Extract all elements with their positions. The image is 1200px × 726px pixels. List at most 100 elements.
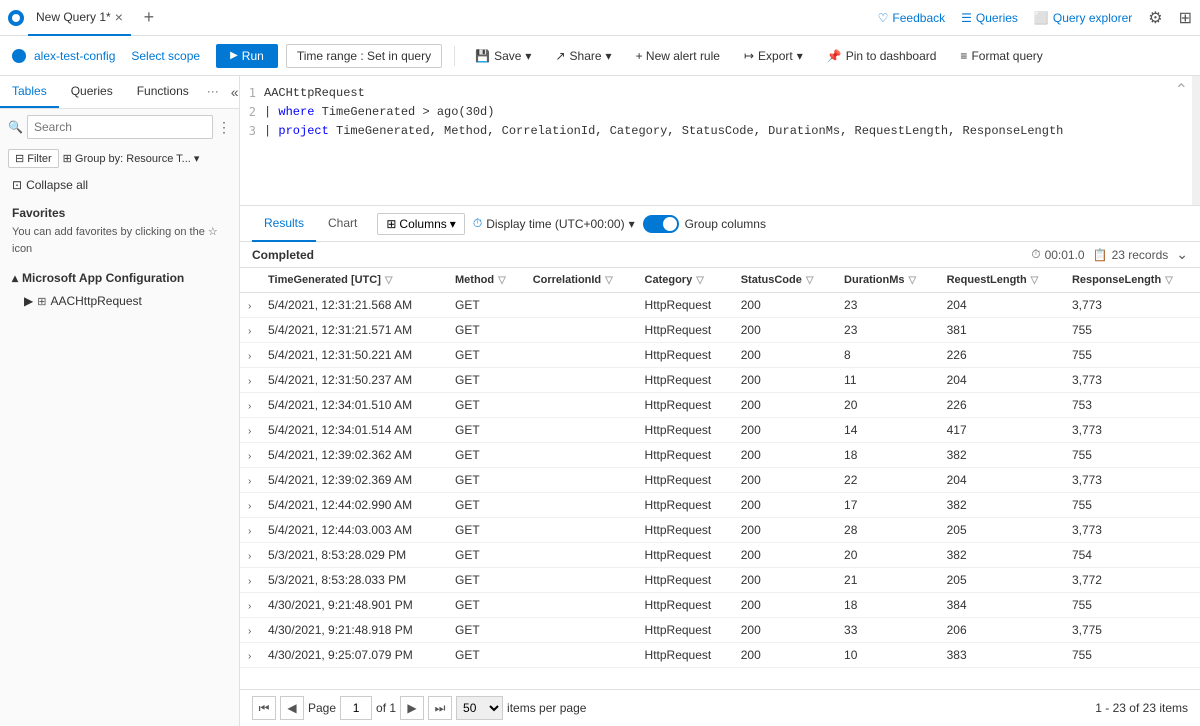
row-expand-icon[interactable]: › xyxy=(248,576,251,587)
pin-dashboard-button[interactable]: 📌 Pin to dashboard xyxy=(819,45,945,67)
table-cell: 755 xyxy=(1064,643,1200,668)
row-expand-icon[interactable]: › xyxy=(248,376,251,387)
row-expand-icon[interactable]: › xyxy=(248,526,251,537)
groupby-button[interactable]: ⊞ Group by: Resource T... ▾ xyxy=(63,152,200,165)
table-row[interactable]: ›5/4/2021, 12:39:02.369 AMGETHttpRequest… xyxy=(240,468,1200,493)
col-header-statuscode[interactable]: StatusCode ▽ xyxy=(733,268,836,293)
save-button[interactable]: 💾 Save ▾ xyxy=(467,45,539,67)
results-tab-bar: Results Chart ⊞ Columns ▾ ⏱ Display time… xyxy=(240,206,1200,242)
close-tab-icon[interactable]: × xyxy=(115,9,123,25)
table-cell xyxy=(525,518,637,543)
row-expand-icon[interactable]: › xyxy=(248,601,251,612)
sidebar-tab-functions[interactable]: Functions xyxy=(125,76,201,108)
table-row[interactable]: ›5/4/2021, 12:34:01.510 AMGETHttpRequest… xyxy=(240,393,1200,418)
sidebar-tab-tables[interactable]: Tables xyxy=(0,76,59,108)
table-row[interactable]: ›5/4/2021, 12:31:50.221 AMGETHttpRequest… xyxy=(240,343,1200,368)
results-expand-icon[interactable]: ⌄ xyxy=(1176,246,1188,263)
col-header-responselength[interactable]: ResponseLength ▽ xyxy=(1064,268,1200,293)
row-expand-icon[interactable]: › xyxy=(248,301,251,312)
code-content[interactable]: AACHttpRequest | where TimeGenerated > a… xyxy=(264,84,1200,142)
row-expand-icon[interactable]: › xyxy=(248,401,251,412)
queries-link[interactable]: ☰ Queries xyxy=(961,11,1018,25)
feedback-link[interactable]: ♡ Feedback xyxy=(878,11,945,25)
row-expand-icon[interactable]: › xyxy=(248,476,251,487)
row-expand-icon[interactable]: › xyxy=(248,626,251,637)
filter-icon-timegen[interactable]: ▽ xyxy=(385,275,393,286)
col-header-requestlength[interactable]: RequestLength ▽ xyxy=(939,268,1064,293)
row-expand-icon[interactable]: › xyxy=(248,326,251,337)
results-table-container[interactable]: TimeGenerated [UTC] ▽ Method ▽ xyxy=(240,268,1200,689)
query-explorer-link[interactable]: ⬜ Query explorer xyxy=(1034,11,1132,25)
table-row[interactable]: ›5/4/2021, 12:31:21.568 AMGETHttpRequest… xyxy=(240,293,1200,318)
explorer-icon: ⬜ xyxy=(1034,11,1049,25)
search-input[interactable] xyxy=(27,115,213,139)
table-row[interactable]: ›5/3/2021, 8:53:28.029 PMGETHttpRequest2… xyxy=(240,543,1200,568)
microsoft-app-config-group[interactable]: ▴ Microsoft App Configuration xyxy=(0,265,239,291)
col-header-durationms[interactable]: DurationMs ▽ xyxy=(836,268,939,293)
settings-icon[interactable]: ⚙ xyxy=(1148,8,1162,28)
col-header-category[interactable]: Category ▽ xyxy=(637,268,733,293)
new-tab-button[interactable]: + xyxy=(135,4,163,32)
select-scope-link[interactable]: Select scope xyxy=(131,49,200,63)
filter-button[interactable]: ⊟ Filter xyxy=(8,149,59,168)
row-expand-icon[interactable]: › xyxy=(248,426,251,437)
col-header-timegen[interactable]: TimeGenerated [UTC] ▽ xyxy=(260,268,447,293)
table-row[interactable]: ›5/4/2021, 12:39:02.362 AMGETHttpRequest… xyxy=(240,443,1200,468)
group-columns-toggle[interactable] xyxy=(643,215,679,233)
time-range-button[interactable]: Time range : Set in query xyxy=(286,44,442,68)
filter-icon-requestlength[interactable]: ▽ xyxy=(1031,275,1039,286)
table-row[interactable]: ›5/4/2021, 12:31:21.571 AMGETHttpRequest… xyxy=(240,318,1200,343)
filter-icon-statuscode[interactable]: ▽ xyxy=(806,275,814,286)
row-expand-icon[interactable]: › xyxy=(248,551,251,562)
table-cell: 5/4/2021, 12:31:50.237 AM xyxy=(260,368,447,393)
table-row[interactable]: ›5/4/2021, 12:31:50.237 AMGETHttpRequest… xyxy=(240,368,1200,393)
sidebar-tab-queries[interactable]: Queries xyxy=(59,76,125,108)
page-number-input[interactable] xyxy=(340,696,372,720)
filter-icon-correlationid[interactable]: ▽ xyxy=(605,275,613,286)
export-button[interactable]: ↦ Export ▾ xyxy=(736,45,811,67)
table-cell: 4/30/2021, 9:25:07.079 PM xyxy=(260,643,447,668)
editor-scrollbar[interactable] xyxy=(1192,76,1200,205)
page-size-select[interactable]: 50 100 200 xyxy=(456,696,503,720)
first-page-button[interactable]: ⏮ xyxy=(252,696,276,720)
next-page-button[interactable]: ▶ xyxy=(400,696,424,720)
row-expand-icon[interactable]: › xyxy=(248,651,251,662)
row-expand-icon[interactable]: › xyxy=(248,501,251,512)
table-row[interactable]: ›4/30/2021, 9:21:48.901 PMGETHttpRequest… xyxy=(240,593,1200,618)
table-row[interactable]: ›4/30/2021, 9:21:48.918 PMGETHttpRequest… xyxy=(240,618,1200,643)
col-header-method[interactable]: Method ▽ xyxy=(447,268,525,293)
prev-page-button[interactable]: ◀ xyxy=(280,696,304,720)
filter-icon-responselength[interactable]: ▽ xyxy=(1165,275,1173,286)
col-header-correlationid[interactable]: CorrelationId ▽ xyxy=(525,268,637,293)
run-button[interactable]: Run xyxy=(216,44,278,68)
table-row[interactable]: ›5/4/2021, 12:44:03.003 AMGETHttpRequest… xyxy=(240,518,1200,543)
collapse-all-button[interactable]: ⊡ Collapse all xyxy=(0,172,239,198)
last-page-button[interactable]: ⏭ xyxy=(428,696,452,720)
connection-name[interactable]: alex-test-config xyxy=(34,49,115,63)
columns-button[interactable]: ⊞ Columns ▾ xyxy=(377,213,464,235)
search-options-icon[interactable]: ⋮ xyxy=(217,119,231,136)
filter-icon-method[interactable]: ▽ xyxy=(498,275,506,286)
display-time-btn[interactable]: Display time (UTC+00:00) xyxy=(486,217,624,231)
row-expand-icon[interactable]: › xyxy=(248,451,251,462)
sidebar-tab-more[interactable]: ··· xyxy=(201,76,225,108)
share-button[interactable]: ↗ Share ▾ xyxy=(547,45,619,67)
layout-icon[interactable]: ⊞ xyxy=(1179,8,1192,28)
table-row[interactable]: ›5/3/2021, 8:53:28.033 PMGETHttpRequest2… xyxy=(240,568,1200,593)
editor-expand-icon[interactable]: ⌃ xyxy=(1171,76,1192,104)
table-row[interactable]: ›5/4/2021, 12:44:02.990 AMGETHttpRequest… xyxy=(240,493,1200,518)
filter-icon-category[interactable]: ▽ xyxy=(696,275,704,286)
filter-icon-durationms[interactable]: ▽ xyxy=(909,275,917,286)
table-row[interactable]: ›5/4/2021, 12:34:01.514 AMGETHttpRequest… xyxy=(240,418,1200,443)
table-row[interactable]: ›4/30/2021, 9:25:07.079 PMGETHttpRequest… xyxy=(240,643,1200,668)
new-alert-button[interactable]: + New alert rule xyxy=(628,45,728,67)
sidebar-item-aachttprequest[interactable]: ▶ ⊞ AACHttpRequest xyxy=(0,291,239,311)
row-expand-icon[interactable]: › xyxy=(248,351,251,362)
active-tab[interactable]: New Query 1* × xyxy=(28,0,131,36)
format-query-button[interactable]: ≡ Format query xyxy=(952,45,1050,67)
collapse-icon: ⊡ xyxy=(12,178,22,192)
query-editor[interactable]: 123 AACHttpRequest | where TimeGenerated… xyxy=(240,76,1200,206)
results-tab[interactable]: Results xyxy=(252,206,316,242)
table-cell: HttpRequest xyxy=(637,468,733,493)
chart-tab[interactable]: Chart xyxy=(316,206,369,242)
